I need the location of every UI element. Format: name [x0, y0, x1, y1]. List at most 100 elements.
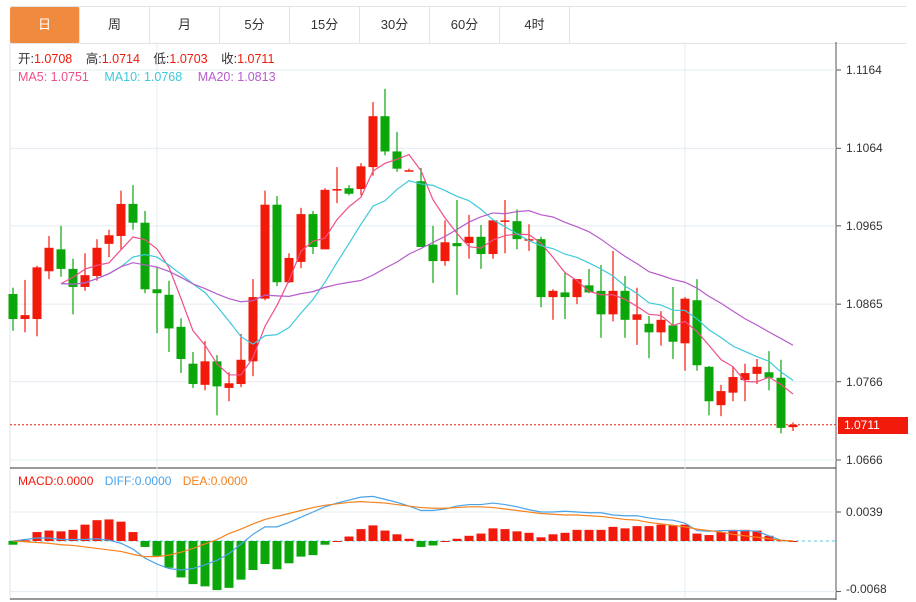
macd-bar — [704, 535, 714, 541]
price-tick: 1.1164 — [846, 63, 882, 77]
candle-down — [428, 244, 438, 262]
macd-bar — [416, 541, 426, 547]
candle-up — [248, 297, 258, 362]
close-value: 1.0711 — [237, 52, 275, 66]
candle-down — [452, 243, 462, 247]
macd-legend: MACD:0.0000 DIFF:0.0000 DEA:0.0000 — [18, 474, 247, 488]
candle-up — [296, 214, 306, 262]
macd-bar — [440, 541, 450, 542]
macd-bar — [728, 529, 738, 541]
macd-bar — [296, 541, 306, 557]
candle-down — [152, 289, 162, 294]
candlestick-chart[interactable] — [0, 0, 916, 602]
candle-up — [80, 275, 90, 287]
price-tick: 1.0865 — [846, 297, 883, 311]
candle-up — [716, 391, 726, 406]
low-value: 1.0703 — [169, 52, 208, 66]
macd-bar — [548, 534, 558, 541]
macd-bar — [716, 532, 726, 541]
candle-up — [632, 314, 642, 320]
macd-bar — [620, 528, 630, 541]
macd-bar — [332, 541, 342, 542]
macd-bar — [272, 541, 282, 570]
macd-bar — [584, 529, 594, 541]
low-label: 低: — [153, 52, 170, 66]
candle-down — [140, 222, 150, 290]
candle-down — [272, 204, 282, 283]
macd-bar — [260, 541, 270, 565]
candle-down — [128, 203, 138, 223]
candle-down — [188, 363, 198, 385]
high-value: 1.0714 — [101, 52, 140, 66]
candle-down — [176, 326, 186, 359]
macd-bar — [284, 541, 294, 564]
candle-up — [464, 236, 474, 244]
candle-up — [200, 361, 210, 385]
candle-down — [8, 293, 18, 320]
open-label: 开: — [18, 52, 34, 66]
candle-up — [236, 359, 246, 385]
candle-down — [512, 221, 522, 240]
macd-bar — [104, 519, 114, 541]
macd-bar — [224, 541, 234, 588]
candle-up — [368, 116, 378, 168]
candle-down — [644, 323, 654, 333]
macd-bar — [524, 532, 534, 541]
macd-bar — [560, 532, 570, 541]
candle-down — [380, 116, 390, 152]
candle-down — [776, 377, 786, 428]
macd-bar — [116, 521, 126, 541]
macd-tick: 0.0039 — [846, 505, 883, 519]
candle-down — [704, 366, 714, 402]
candle-up — [260, 204, 270, 299]
ma10-legend: MA10: 1.0768 — [104, 70, 183, 84]
candle-up — [92, 247, 102, 276]
macd-bar — [596, 529, 606, 541]
macd-bar — [308, 541, 318, 556]
macd-value: MACD:0.0000 — [18, 474, 94, 488]
close-label: 收: — [221, 52, 238, 66]
candle-down — [344, 188, 354, 194]
macd-bar — [140, 541, 150, 547]
candle-up — [332, 189, 342, 191]
macd-bar — [572, 529, 582, 541]
candle-up — [320, 189, 330, 250]
macd-bar — [608, 526, 618, 541]
candle-down — [212, 361, 222, 387]
macd-bar — [248, 541, 258, 571]
candle-down — [416, 181, 426, 247]
candle-up — [32, 267, 42, 320]
ma5-legend: MA5: 1.0751 — [18, 70, 89, 84]
candle-up — [440, 242, 450, 262]
ohlc-info: 开:1.0708 高:1.0714 低:1.0703 收:1.0711 MA5:… — [18, 50, 284, 86]
candle-up — [788, 424, 798, 428]
candle-down — [668, 325, 678, 342]
macd-bar — [632, 526, 642, 541]
macd-bar — [404, 538, 414, 541]
price-tick: 1.0766 — [846, 375, 883, 389]
price-tick: 1.0965 — [846, 219, 883, 233]
macd-tick: -0.0068 — [846, 582, 887, 596]
high-label: 高: — [85, 52, 102, 66]
price-tick: 1.1064 — [846, 141, 883, 155]
macd-bar — [536, 537, 546, 541]
candle-up — [44, 247, 54, 272]
macd-bar — [668, 525, 678, 541]
macd-bar — [512, 531, 522, 541]
macd-bar — [80, 524, 90, 541]
macd-bar — [212, 541, 222, 591]
candle-up — [500, 220, 510, 222]
candle-up — [20, 315, 30, 320]
open-value: 1.0708 — [33, 52, 73, 66]
candle-down — [560, 292, 570, 298]
macd-bar — [380, 530, 390, 541]
macd-bar — [476, 533, 486, 541]
candle-up — [104, 235, 114, 244]
macd-bar — [128, 532, 138, 541]
macd-bar — [464, 535, 474, 541]
diff-value: DIFF:0.0000 — [104, 474, 172, 488]
ma10-line — [60, 180, 794, 381]
candle-up — [404, 170, 414, 172]
candle-up — [356, 166, 366, 190]
macd-bar — [176, 541, 186, 578]
